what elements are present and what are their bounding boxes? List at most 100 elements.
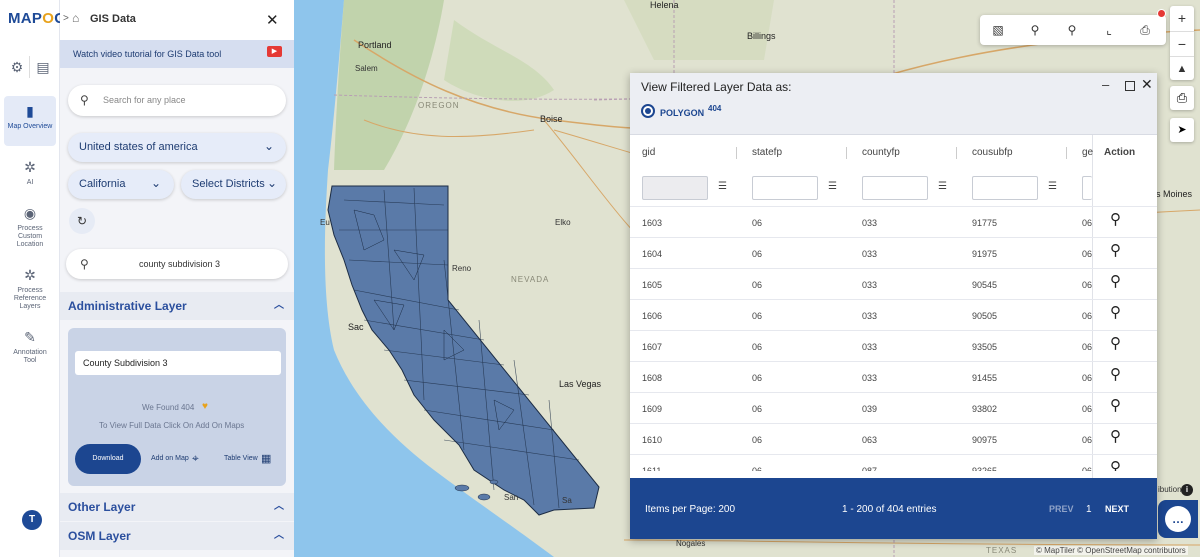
map-label-billings: Billings [747,31,776,41]
rail-item-ai[interactable]: ✲ AI [4,152,56,188]
notification-dot [1157,9,1166,18]
map-icon: ▮ [26,103,34,119]
rail-item-process-reference-layers[interactable]: ✲ Process Reference Layers [4,260,56,314]
breadcrumb-arrow: > [63,13,69,24]
section-other-layer[interactable]: Other Layer ︿ [60,493,294,521]
add-to-map-hint: To View Full Data Click On Add On Maps [99,421,245,430]
tutorial-banner[interactable]: Watch video tutorial for GIS Data tool ▶ [60,40,294,68]
print-button[interactable]: ⎙ [1170,86,1194,110]
prev-button[interactable]: PREV [1049,504,1074,514]
reset-button[interactable]: ↻ [69,208,95,234]
youtube-icon: ▶ [267,46,282,57]
rail-item-map-overview[interactable]: ▮ Map Overview [4,96,56,146]
cell-ge: 06 [1082,373,1093,383]
layer-search[interactable]: ⚲ county subdivision 3 [66,249,288,279]
print-icon[interactable]: ⎙ [1133,15,1157,45]
map-label-oregon: OREGON [418,101,460,110]
cell-gid: 1610 [642,435,663,445]
page-title: GIS Data [90,13,136,25]
zoom-to-feature-icon[interactable]: ⚲ [1110,241,1121,259]
map-label-elko: Elko [555,218,571,227]
map-label-helena: Helena [650,0,679,10]
state-value: California [79,178,126,190]
cell-cousubfp: 91775 [972,218,998,228]
table-row[interactable]: 1608 06 033 91455 06 [630,361,1092,392]
layer-name-field[interactable]: County Subdivision 3 [75,351,281,375]
notes-icon[interactable]: ▤ [34,58,52,76]
pagination-bar: Items per Page: 200 1 - 200 of 404 entri… [630,478,1157,539]
table-row[interactable]: 1605 06 033 90545 06 [630,268,1092,299]
zoom-in-button[interactable]: + [1170,6,1194,30]
table-icon[interactable]: ▦ [261,452,271,465]
rail-item-process-custom-location[interactable]: ◉ Process Custom Location [4,198,56,252]
gis-data-panel: > ⌂ GIS Data ✕ Watch video tutorial for … [60,0,294,557]
thumbs-up-icon: ♥ [202,401,208,412]
cell-cousubfp: 90505 [972,311,998,321]
map-label-des-moines: s Moines [1156,189,1193,199]
map-attribution[interactable]: © MapTiler © OpenStreetMap contributors [1034,546,1188,555]
map-label-nevada: NEVADA [511,275,550,284]
district-value: Select Districts [192,178,265,190]
cell-countyfp: 033 [862,373,878,383]
table-row[interactable]: 1609 06 039 93802 06 [630,392,1092,423]
cell-countyfp: 033 [862,342,878,352]
items-per-page[interactable]: Items per Page: 200 [645,504,735,515]
cell-gid: 1605 [642,280,663,290]
state-select[interactable]: California ⌄ [68,170,174,199]
info-icon[interactable]: i [1181,484,1193,496]
zoom-to-feature-icon[interactable]: ⚲ [1110,427,1121,445]
next-button[interactable]: NEXT [1105,504,1129,514]
measure-icon[interactable]: ⌞ [1097,15,1121,45]
chevron-up-icon: ︿ [274,300,284,311]
table-row[interactable]: 1603 06 033 91775 06 [630,206,1092,237]
zoom-to-feature-icon[interactable]: ⚲ [1110,365,1121,383]
navigation-arrow-icon: ➤ [1177,124,1187,136]
map-pin-icon[interactable]: ⌖ [192,451,199,466]
zoom-out-button[interactable]: − [1170,31,1194,55]
map-label-portland: Portland [358,40,392,50]
zoom-to-feature-icon[interactable]: ⚲ [1110,396,1121,414]
search-icon[interactable]: ⚲ [1023,15,1047,45]
page-number[interactable]: 1 [1086,504,1092,515]
close-panel-button[interactable]: ✕ [266,11,279,29]
section-administrative-layer[interactable]: Administrative Layer ︿ [60,292,294,320]
table-row[interactable]: 1607 06 033 93505 06 [630,330,1092,361]
map-view-icon[interactable]: ▧ [986,15,1010,45]
zoom-to-feature-icon[interactable]: ⚲ [1110,210,1121,228]
cell-gid: 1603 [642,218,663,228]
rail-item-annotation-tool[interactable]: ✎ Annotation Tool [4,322,56,366]
cell-statefp: 06 [752,249,763,259]
zoom-to-feature-icon[interactable]: ⚲ [1110,458,1121,471]
location-pin-icon[interactable]: ⚲ [1060,15,1084,45]
country-select[interactable]: United states of america ⌄ [68,133,286,162]
download-button[interactable]: Download [75,444,141,474]
table-row[interactable]: 1611 06 087 93265 06 [630,454,1092,471]
zoom-to-feature-icon[interactable]: ⚲ [1110,303,1121,321]
mapog-logo[interactable]: MAPOG [8,10,66,27]
compass-icon[interactable]: ▲ [1170,56,1194,80]
locate-button[interactable]: ➤ [1170,118,1194,142]
add-on-map-button[interactable]: Add on Map [151,455,189,462]
cell-cousubfp: 93505 [972,342,998,352]
table-row[interactable]: 1604 06 033 91975 06 [630,237,1092,268]
cell-ge: 06 [1082,404,1093,414]
country-value: United states of america [79,141,198,153]
table-row[interactable]: 1610 06 063 90975 06 [630,423,1092,454]
zoom-to-feature-icon[interactable]: ⚲ [1110,272,1121,290]
cell-gid: 1604 [642,249,663,259]
chevron-up-icon: ︿ [274,530,284,541]
cell-cousubfp: 91455 [972,373,998,383]
zoom-to-feature-icon[interactable]: ⚲ [1110,334,1121,352]
place-search[interactable]: ⚲ Search for any place [68,85,286,116]
map-label-boise: Boise [540,114,563,124]
layer-search-input[interactable]: county subdivision 3 [139,259,220,269]
section-osm-layer[interactable]: OSM Layer ︿ [60,522,294,550]
chat-button[interactable]: … [1158,500,1198,538]
cell-ge: 06 [1082,435,1093,445]
avatar[interactable]: T [22,510,42,530]
table-view-button[interactable]: Table View [224,455,258,462]
district-select[interactable]: Select Districts ⌄ [181,170,286,199]
table-row[interactable]: 1606 06 033 90505 06 [630,299,1092,330]
search-input[interactable]: Search for any place [103,95,186,105]
gear-icon[interactable]: ⚙ [8,58,26,76]
